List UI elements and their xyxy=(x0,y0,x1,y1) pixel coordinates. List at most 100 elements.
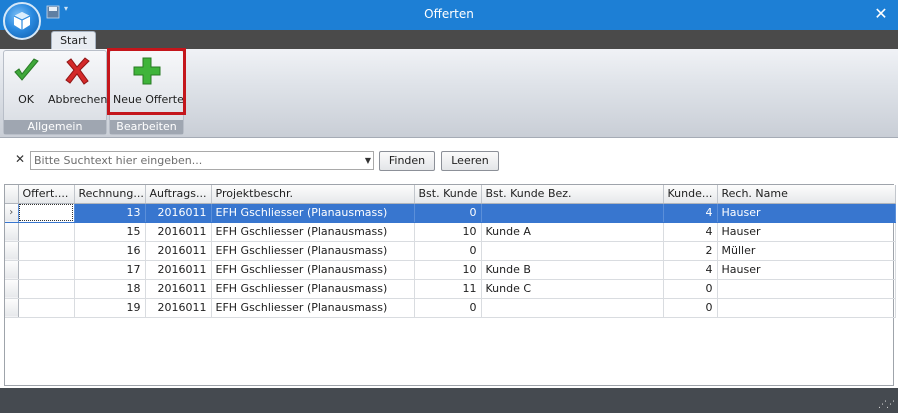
ribbon: OK Abbrechen Allgemein Neue Offerte Bear… xyxy=(0,49,898,138)
table-cell[interactable]: 16 xyxy=(74,241,146,261)
close-button[interactable]: ✕ xyxy=(872,5,890,23)
ribbon-group-label-bearbeiten: Bearbeiten xyxy=(110,120,183,134)
leeren-button[interactable]: Leeren xyxy=(441,151,499,171)
table-cell[interactable]: 0 xyxy=(663,279,718,299)
table-cell[interactable]: 2016011 xyxy=(145,279,212,299)
table-cell[interactable]: 4 xyxy=(663,222,718,242)
column-header[interactable]: Kunde... xyxy=(663,185,718,204)
header-row: Offert.... Rechnung... Auftrags... Proje… xyxy=(5,185,896,204)
row-selector[interactable] xyxy=(5,241,19,261)
table-cell[interactable] xyxy=(18,298,75,318)
ribbon-tab-strip: Start xyxy=(0,30,898,50)
table-cell[interactable]: 2016011 xyxy=(145,298,212,318)
table-cell[interactable]: EFH Gschliesser (Planausmass) xyxy=(211,298,415,318)
table-cell[interactable]: 2016011 xyxy=(145,222,212,242)
table-cell[interactable] xyxy=(18,279,75,299)
table-row[interactable]: 19 2016011 EFH Gschliesser (Planausmass) 0 0 xyxy=(5,298,896,318)
table-cell[interactable] xyxy=(18,222,75,242)
table-cell[interactable] xyxy=(18,260,75,280)
table-cell[interactable]: 17 xyxy=(74,260,146,280)
table-cell[interactable]: 0 xyxy=(414,203,482,223)
chevron-down-icon[interactable]: ▼ xyxy=(365,156,371,165)
window-title: Offerten xyxy=(424,7,474,21)
resize-grip-icon[interactable]: ⋰⋰ xyxy=(878,400,895,410)
table-cell[interactable] xyxy=(18,241,75,261)
column-header[interactable]: Rech. Name xyxy=(717,185,896,204)
row-selector[interactable] xyxy=(5,222,19,242)
table-cell[interactable]: 0 xyxy=(414,298,482,318)
table-cell[interactable]: Kunde C xyxy=(481,279,664,299)
table-cell[interactable]: 2 xyxy=(663,241,718,261)
table-cell[interactable]: 15 xyxy=(74,222,146,242)
table-cell[interactable]: 2016011 xyxy=(145,203,212,223)
row-selector[interactable]: › xyxy=(5,203,19,223)
table-row[interactable]: 18 2016011 EFH Gschliesser (Planausmass) 11… xyxy=(5,279,896,299)
abbrechen-button[interactable]: Abbrechen xyxy=(48,55,107,115)
table-cell[interactable]: 2016011 xyxy=(145,260,212,280)
ribbon-group-allgemein: OK Abbrechen Allgemein xyxy=(3,50,107,135)
clear-search-icon[interactable]: ✕ xyxy=(15,152,25,166)
table-cell[interactable]: 0 xyxy=(414,241,482,261)
table-cell[interactable]: 11 xyxy=(414,279,482,299)
column-header[interactable]: Rechnung... xyxy=(74,185,146,204)
table-cell[interactable]: Kunde A xyxy=(481,222,664,242)
row-selector[interactable] xyxy=(5,298,19,318)
application-menu-button[interactable] xyxy=(3,2,41,40)
search-combobox[interactable]: ▼ xyxy=(30,151,374,170)
table-cell[interactable]: 4 xyxy=(663,260,718,280)
neue-offerte-button-label: Neue Offerte xyxy=(113,93,184,106)
status-bar: ⋰⋰ xyxy=(0,388,898,413)
table-cell[interactable]: EFH Gschliesser (Planausmass) xyxy=(211,222,415,242)
neue-offerte-button[interactable]: Neue Offerte xyxy=(113,55,184,115)
table-cell[interactable]: 10 xyxy=(414,222,482,242)
plus-icon xyxy=(133,57,161,85)
tab-start[interactable]: Start xyxy=(51,31,96,50)
table-cell[interactable]: EFH Gschliesser (Planausmass) xyxy=(211,241,415,261)
table-cell[interactable] xyxy=(18,203,75,223)
table-cell[interactable]: 4 xyxy=(663,203,718,223)
table-cell[interactable]: Müller xyxy=(717,241,896,261)
table-cell[interactable]: 13 xyxy=(74,203,146,223)
table-cell[interactable]: EFH Gschliesser (Planausmass) xyxy=(211,260,415,280)
title-bar: ▾ Offerten ✕ xyxy=(0,0,898,40)
column-header[interactable]: Offert.... xyxy=(18,185,75,204)
ribbon-group-label-allgemein: Allgemein xyxy=(4,120,106,134)
cube-icon xyxy=(13,12,31,30)
column-header[interactable]: Bst. Kunde Bez. xyxy=(481,185,664,204)
table-row[interactable]: 15 2016011 EFH Gschliesser (Planausmass) 10… xyxy=(5,222,896,242)
row-selector[interactable] xyxy=(5,279,19,299)
cancel-x-icon xyxy=(65,57,90,85)
row-header-corner xyxy=(5,185,19,204)
check-icon xyxy=(14,58,39,81)
finden-button[interactable]: Finden xyxy=(379,151,435,171)
table-cell[interactable]: EFH Gschliesser (Planausmass) xyxy=(211,279,415,299)
table-cell[interactable] xyxy=(481,298,664,318)
table-cell[interactable]: 2016011 xyxy=(145,241,212,261)
table-row[interactable]: 17 2016011 EFH Gschliesser (Planausmass) 10… xyxy=(5,260,896,280)
table-cell[interactable]: 0 xyxy=(663,298,718,318)
table-cell[interactable] xyxy=(481,203,664,223)
column-header[interactable]: Auftrags... xyxy=(145,185,212,204)
offerten-grid[interactable]: Offert.... Rechnung... Auftrags... Proje… xyxy=(4,184,896,386)
row-selector[interactable] xyxy=(5,260,19,280)
table-row[interactable]: 16 2016011 EFH Gschliesser (Planausmass) 0 2… xyxy=(5,241,896,261)
ok-button-label: OK xyxy=(18,93,34,106)
table-cell[interactable]: Hauser xyxy=(717,260,896,280)
table-cell[interactable] xyxy=(717,298,896,318)
table-cell[interactable]: Kunde B xyxy=(481,260,664,280)
table-cell[interactable]: Hauser xyxy=(717,203,896,223)
column-header[interactable]: Bst. Kunde xyxy=(414,185,482,204)
ribbon-group-bearbeiten: Neue Offerte Bearbeiten xyxy=(109,50,184,135)
table-cell[interactable]: Hauser xyxy=(717,222,896,242)
table-row[interactable]: › 13 2016011 EFH Gschliesser (Planausmass) 0… xyxy=(5,203,896,223)
column-header[interactable]: Projektbeschr. xyxy=(211,185,415,204)
offerten-table: Offert.... Rechnung... Auftrags... Proje… xyxy=(5,185,896,318)
table-cell[interactable] xyxy=(481,241,664,261)
table-cell[interactable]: 10 xyxy=(414,260,482,280)
table-cell[interactable] xyxy=(717,279,896,299)
table-cell[interactable]: EFH Gschliesser (Planausmass) xyxy=(211,203,415,223)
table-cell[interactable]: 18 xyxy=(74,279,146,299)
table-cell[interactable]: 19 xyxy=(74,298,146,318)
search-input[interactable] xyxy=(31,152,351,169)
ok-button[interactable]: OK xyxy=(6,55,46,115)
